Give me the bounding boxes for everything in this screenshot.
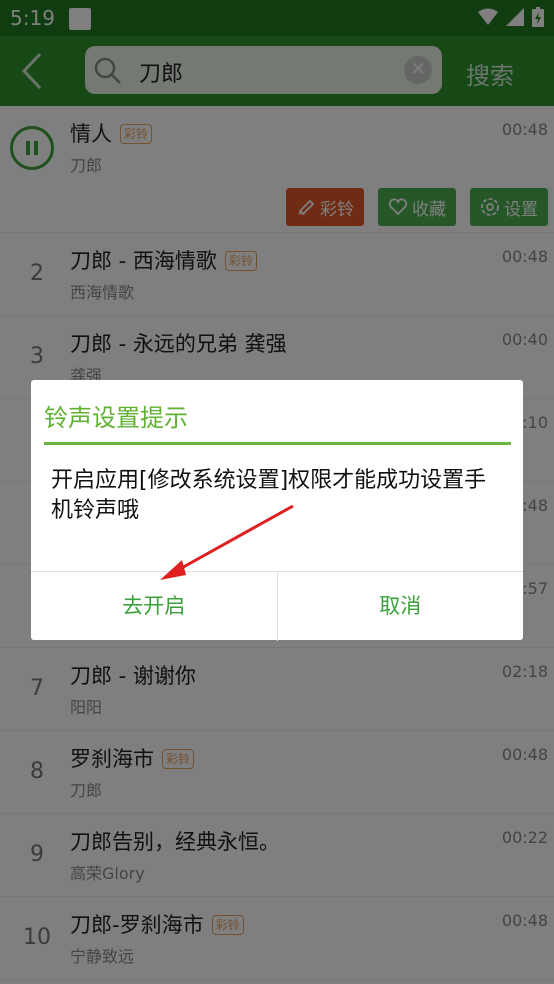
annotation-arrow-icon <box>160 504 294 580</box>
